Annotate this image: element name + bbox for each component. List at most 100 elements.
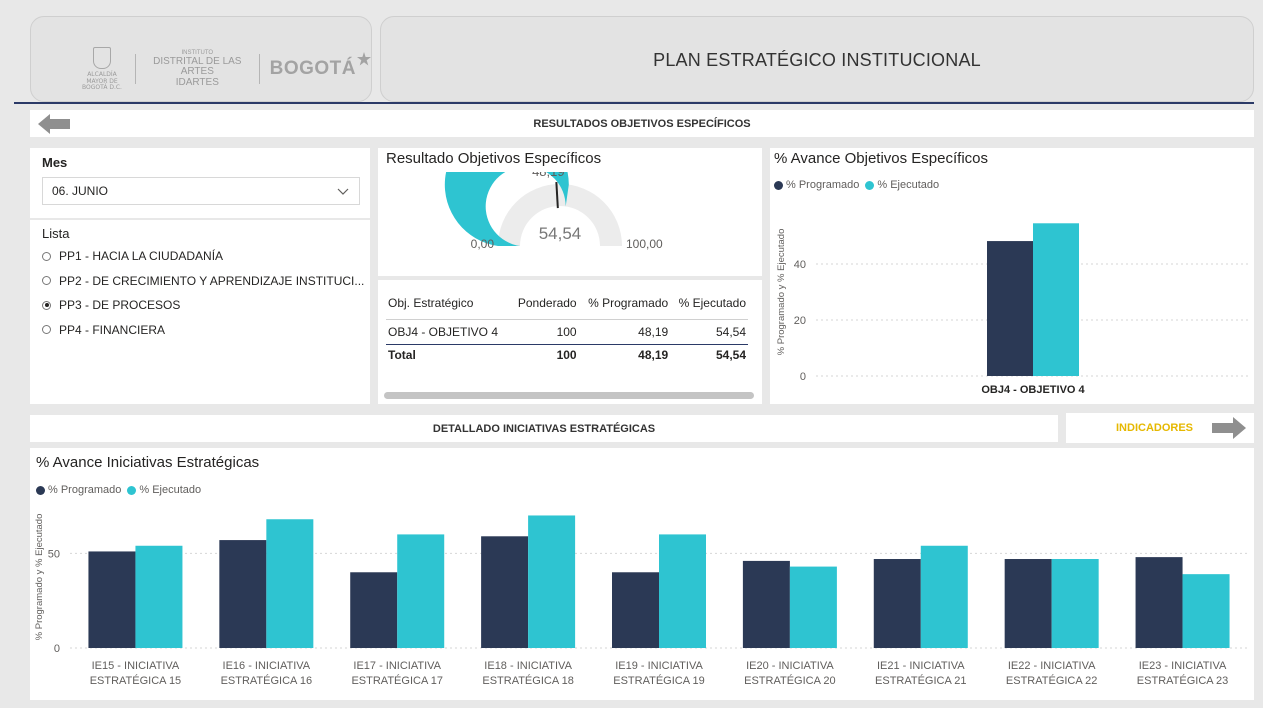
radio-icon[interactable] xyxy=(42,276,51,286)
bar-programado[interactable] xyxy=(350,572,398,648)
bar-programado[interactable] xyxy=(1135,557,1183,648)
title-panel: PLAN ESTRATÉGICO INSTITUCIONAL xyxy=(380,16,1254,102)
bar-programado[interactable] xyxy=(219,540,267,648)
legend-programado-label: % Programado xyxy=(786,179,860,191)
y-tick-label: 50 xyxy=(48,548,60,560)
bar-ejecutado[interactable] xyxy=(1182,574,1230,648)
radio-option-label: PP4 - FINANCIERA xyxy=(59,322,166,337)
bar-programado[interactable] xyxy=(612,572,659,648)
x-tick-label: ESTRATÉGICA 20 xyxy=(744,674,836,687)
institute-line-2: DISTRITAL DE LAS ARTES xyxy=(153,55,242,78)
x-tick-label: ESTRATÉGICA 17 xyxy=(351,674,443,687)
x-tick-label: ESTRATÉGICA 22 xyxy=(1006,674,1098,687)
radio-option[interactable]: PP2 - DE CRECIMIENTO Y APRENDIZAJE INSTI… xyxy=(42,269,367,294)
objectives-table: Obj. Estratégico Ponderado% Programado% E… xyxy=(386,293,748,367)
gauge-value-label: 54,54 xyxy=(539,224,582,243)
table-total-cell: Total xyxy=(388,348,416,362)
section-bar-results: RESULTADOS OBJETIVOS ESPECÍFICOS xyxy=(30,110,1254,137)
table-header-cell[interactable]: % Ejecutado xyxy=(670,293,748,320)
y-axis-label: % Programado y % Ejecutado xyxy=(776,229,787,356)
objectives-chart-card: % Avance Objetivos Específicos % Program… xyxy=(770,148,1254,404)
x-tick-label: ESTRATÉGICA 15 xyxy=(90,674,182,687)
bar-ejecutado[interactable] xyxy=(920,545,968,648)
x-tick-label: ESTRATÉGICA 21 xyxy=(875,674,967,687)
radio-option[interactable]: PP4 - FINANCIERA xyxy=(42,318,367,343)
gauge-card: Resultado Objetivos Específicos 54,54 48,… xyxy=(378,148,762,276)
table-cell: 100 xyxy=(510,319,579,345)
header-divider xyxy=(14,102,1254,104)
y-tick-label: 20 xyxy=(794,315,806,327)
institute-line-3: IDARTES xyxy=(175,76,219,88)
x-tick-label: ESTRATÉGICA 19 xyxy=(613,674,705,687)
bar-ejecutado[interactable] xyxy=(397,534,445,648)
institute-logo: INSTITUTO DISTRITAL DE LAS ARTES IDARTES xyxy=(146,50,249,88)
y-tick-label: 0 xyxy=(800,371,806,383)
logo-divider xyxy=(135,54,136,85)
city-logo: BOGOTÁ xyxy=(270,52,371,80)
bar-ejecutado[interactable] xyxy=(1033,223,1079,376)
table-row[interactable]: OBJ4 - OBJETIVO 4 100 48,19 54,54 xyxy=(386,319,748,345)
radio-option-label: PP3 - DE PROCESOS xyxy=(59,298,181,313)
x-tick-label: IE20 - INICIATIVA xyxy=(746,660,834,672)
x-tick-label: IE18 - INICIATIVA xyxy=(484,660,572,672)
x-tick-label: ESTRATÉGICA 16 xyxy=(221,674,313,687)
x-tick-label: IE15 - INICIATIVA xyxy=(92,660,180,672)
arrow-right-icon[interactable] xyxy=(1212,417,1246,439)
legend-programado-dot-2 xyxy=(36,485,45,495)
x-tick-label: ESTRATÉGICA 18 xyxy=(482,674,574,687)
objectives-table-card: Obj. Estratégico Ponderado% Programado% E… xyxy=(378,280,762,404)
gauge-min-label: 0,00 xyxy=(471,237,495,251)
y-tick-label: 0 xyxy=(54,643,60,655)
initiatives-chart-card: % Avance Iniciativas Estratégicas % Prog… xyxy=(30,448,1254,700)
legend-programado-label-2: % Programado xyxy=(48,484,122,496)
bar-programado[interactable] xyxy=(1004,559,1052,648)
table-header-cell[interactable]: Ponderado xyxy=(510,293,578,320)
indicators-link[interactable]: INDICADORES xyxy=(1116,422,1193,434)
bar-ejecutado[interactable] xyxy=(659,534,706,648)
radio-option-label: PP1 - HACIA LA CIUDADANÍA xyxy=(59,249,224,264)
bar-ejecutado[interactable] xyxy=(789,566,837,648)
star-icon xyxy=(357,52,371,66)
logo-divider-2 xyxy=(258,54,260,85)
alcaldia-logo: ALCALDÍA MAYOR DE BOGOTÁ D.C. xyxy=(79,47,125,92)
bar-ejecutado[interactable] xyxy=(266,519,314,648)
bar-ejecutado[interactable] xyxy=(1051,559,1099,648)
x-tick-label: IE19 - INICIATIVA xyxy=(615,660,703,672)
bar-ejecutado[interactable] xyxy=(135,545,183,648)
radio-option[interactable]: PP3 - DE PROCESOS xyxy=(42,293,367,318)
y-tick-label: 40 xyxy=(794,259,806,271)
x-tick-label: IE21 - INICIATIVA xyxy=(877,660,965,672)
month-filter: Mes 06. JUNIO xyxy=(30,148,370,218)
gauge-title: Resultado Objetivos Específicos xyxy=(386,150,602,167)
bar-programado[interactable] xyxy=(987,241,1033,376)
table-header-cell[interactable]: Obj. Estratégico xyxy=(386,293,510,320)
section-title-results: RESULTADOS OBJETIVOS ESPECÍFICOS xyxy=(533,117,751,130)
radio-icon[interactable] xyxy=(42,325,51,335)
x-tick-label: IE23 - INICIATIVA xyxy=(1139,660,1227,672)
legend-ejecutado-dot xyxy=(865,180,875,190)
radio-option[interactable]: PP1 - HACIA LA CIUDADANÍA xyxy=(42,244,367,269)
table-total-cell: 54,54 xyxy=(715,348,746,362)
radio-selected-icon[interactable] xyxy=(42,300,51,310)
bar-programado[interactable] xyxy=(873,559,921,648)
legend-programado-dot xyxy=(774,180,783,190)
month-dropdown[interactable]: 06. JUNIO xyxy=(42,177,360,205)
table-header-cell[interactable]: % Programado xyxy=(579,293,671,320)
bar-ejecutado[interactable] xyxy=(528,515,576,648)
bar-programado[interactable] xyxy=(88,551,136,648)
horizontal-scrollbar[interactable] xyxy=(384,392,754,399)
x-tick-label: IE17 - INICIATIVA xyxy=(353,660,441,672)
chevron-down-icon xyxy=(337,188,349,195)
month-value: 06. JUNIO xyxy=(52,184,109,198)
initiatives-bar-chart[interactable]: 0 50% Programado y % Ejecutado IE15 - INIC… xyxy=(30,502,1254,698)
table-total-cell: 100 xyxy=(556,348,577,362)
bar-programado[interactable] xyxy=(742,560,790,648)
arrow-left-icon[interactable] xyxy=(38,114,70,134)
gauge-chart[interactable]: 54,54 48,19 0,00 100,00 xyxy=(378,172,762,276)
table-cell: 48,19 xyxy=(578,319,671,345)
radio-icon[interactable] xyxy=(42,251,51,261)
bar-programado[interactable] xyxy=(481,536,529,648)
objectives-bar-chart[interactable]: 0 20 40 % Programado y % Ejecutado OBJ4 - OB… xyxy=(770,196,1254,404)
indicators-nav[interactable]: INDICADORES xyxy=(1066,413,1254,443)
radio-list: PP1 - HACIA LA CIUDADANÍA PP2 - DE CRECIM… xyxy=(42,244,367,342)
